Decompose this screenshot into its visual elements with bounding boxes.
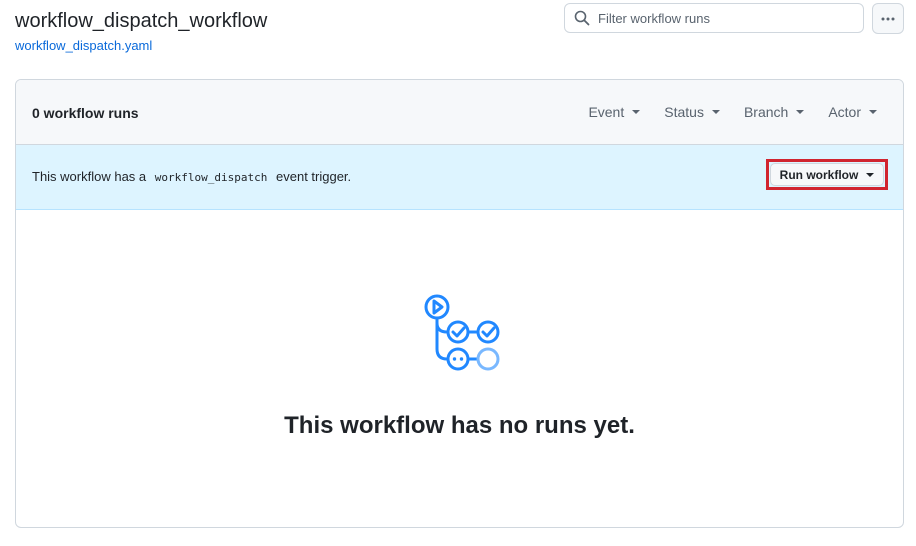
status-filter-label: Status	[664, 104, 704, 120]
workflow-file-link[interactable]: workflow_dispatch.yaml	[15, 38, 152, 53]
event-filter-dropdown[interactable]: Event	[576, 102, 652, 122]
empty-state-title: This workflow has no runs yet.	[284, 412, 635, 439]
runs-count: 0 workflow runs	[32, 105, 139, 121]
status-filter-dropdown[interactable]: Status	[652, 102, 732, 122]
search-icon	[574, 10, 590, 26]
dispatch-event-code: workflow_dispatch	[154, 171, 268, 184]
more-options-button[interactable]	[872, 3, 904, 34]
event-filter-label: Event	[588, 104, 625, 120]
filter-runs-input[interactable]	[598, 6, 848, 30]
workflow-runs-panel: 0 workflow runs Event Status Branch Acto…	[15, 79, 904, 528]
empty-state: This workflow has no runs yet.	[16, 210, 903, 527]
kebab-horizontal-icon	[881, 17, 895, 20]
dispatch-message: This workflow has a workflow_dispatch ev…	[32, 169, 351, 184]
actor-filter-dropdown[interactable]: Actor	[816, 102, 889, 122]
workflow-page: workflow_dispatch_workflow workflow_disp…	[0, 0, 916, 546]
caret-down-icon	[869, 110, 877, 114]
actor-filter-label: Actor	[828, 104, 861, 120]
caret-down-icon	[711, 110, 720, 114]
branch-filter-dropdown[interactable]: Branch	[732, 102, 816, 122]
runs-filters: Event Status Branch Actor	[576, 102, 889, 122]
dispatch-text-after: event trigger.	[276, 169, 352, 184]
run-workflow-label: Run workflow	[779, 167, 859, 182]
workflow-dispatch-banner: This workflow has a workflow_dispatch ev…	[16, 145, 903, 210]
runs-header: 0 workflow runs Event Status Branch Acto…	[16, 80, 903, 145]
caret-down-icon	[866, 172, 875, 177]
workflow-graph-icon	[424, 294, 500, 371]
caret-down-icon	[796, 110, 805, 114]
branch-filter-label: Branch	[743, 104, 789, 120]
run-workflow-highlight: Run workflow	[766, 159, 888, 190]
filter-runs-search[interactable]	[564, 3, 864, 33]
dispatch-text-before: This workflow has a	[32, 169, 147, 184]
run-workflow-button[interactable]: Run workflow	[770, 163, 884, 186]
workflow-title: workflow_dispatch_workflow	[15, 10, 268, 32]
caret-down-icon	[632, 110, 641, 114]
